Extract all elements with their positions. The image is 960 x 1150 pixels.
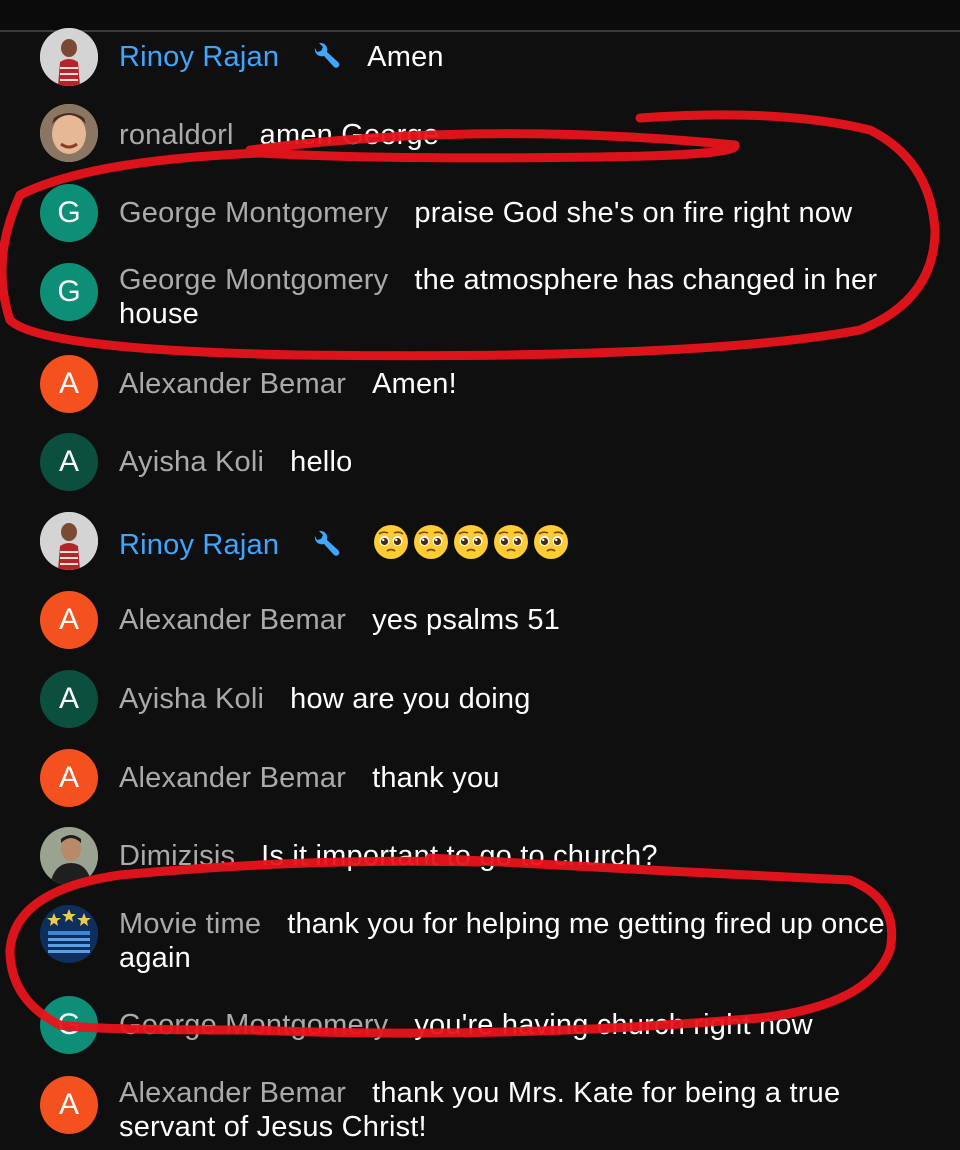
avatar[interactable]: G [40,263,98,321]
message-text: George Montgomery the atmosphere has chan… [119,263,929,331]
avatar-letter: A [58,761,79,794]
author-name[interactable]: Ayisha Koli [119,683,264,715]
avatar-letter: A [58,367,79,400]
message-body: how are you doing [290,683,531,715]
author-name[interactable]: George Montgomery [119,1009,388,1041]
message-body: Amen! [372,368,457,400]
avatar-letter: G [57,1008,81,1041]
avatar[interactable]: A [40,591,98,649]
message-text: George Montgomery praise God she's on fir… [119,196,929,230]
author-name[interactable]: Rinoy Rajan [119,41,279,73]
author-name[interactable]: Alexander Bemar [119,762,346,794]
avatar-letter: A [58,603,79,636]
message-text: Ayisha Koli how are you doing [119,682,929,716]
avatar[interactable] [40,104,98,162]
wrench-icon [311,528,341,566]
avatar-letter: A [58,1088,79,1121]
avatar[interactable]: A [40,670,98,728]
live-chat-list: Rinoy Rajan Amen ronaldorl amen George G G… [0,0,960,1150]
avatar[interactable] [40,827,98,885]
pleading-face-emoji-icon [374,525,409,559]
pleading-face-emoji-icon [454,525,489,559]
avatar[interactable] [40,28,98,86]
avatar[interactable]: G [40,184,98,242]
avatar-photo-icon [40,28,98,86]
message-text: Rinoy Rajan Amen [119,40,929,78]
author-name[interactable]: Alexander Bemar [119,1077,346,1109]
avatar[interactable]: G [40,996,98,1054]
avatar-photo-icon [40,905,98,963]
emoji-row [373,524,569,560]
avatar[interactable] [40,905,98,963]
message-body: praise God she's on fire right now [414,197,853,229]
wrench-icon [311,40,341,78]
avatar-letter: A [58,682,79,715]
author-name[interactable]: George Montgomery [119,197,388,229]
message-body: yes psalms 51 [372,604,561,636]
author-name[interactable]: Ayisha Koli [119,446,264,478]
avatar-photo-icon [40,512,98,570]
author-name[interactable]: Alexander Bemar [119,604,346,636]
message-text: ronaldorl amen George [119,118,929,152]
avatar-photo-icon [40,827,98,885]
avatar[interactable]: A [40,355,98,413]
avatar[interactable] [40,512,98,570]
message-body: thank you [372,762,500,794]
author-name[interactable]: Dimizisis [119,840,235,872]
avatar[interactable]: A [40,1076,98,1134]
message-text: Rinoy Rajan [119,524,929,566]
message-text: George Montgomery you're having church ri… [119,1008,929,1042]
pleading-face-emoji-icon [414,525,449,559]
message-text: Dimizisis Is it important to go to church… [119,839,929,873]
message-body: amen George [259,119,440,151]
author-name[interactable]: ronaldorl [119,119,234,151]
avatar-photo-icon [40,104,98,162]
author-name[interactable]: George Montgomery [119,264,388,296]
message-text: Alexander Bemar thank you Mrs. Kate for b… [119,1076,929,1144]
avatar-letter: A [58,445,79,478]
pleading-face-emoji-icon [534,525,569,559]
message-text: Alexander Bemar Amen! [119,367,929,401]
avatar-letter: G [57,196,81,229]
avatar-letter: G [57,275,81,308]
message-text: Ayisha Koli hello [119,445,929,479]
message-body: hello [290,446,353,478]
message-text: Alexander Bemar thank you [119,761,929,795]
avatar[interactable]: A [40,433,98,491]
message-text: Movie time thank you for helping me getti… [119,907,929,975]
message-body: Is it important to go to church? [261,840,658,872]
avatar[interactable]: A [40,749,98,807]
author-name[interactable]: Rinoy Rajan [119,529,279,561]
message-body: Amen [367,41,444,73]
message-text: Alexander Bemar yes psalms 51 [119,603,929,637]
message-body: you're having church right now [414,1009,813,1041]
author-name[interactable]: Alexander Bemar [119,368,346,400]
pleading-face-emoji-icon [494,525,529,559]
author-name[interactable]: Movie time [119,908,261,940]
